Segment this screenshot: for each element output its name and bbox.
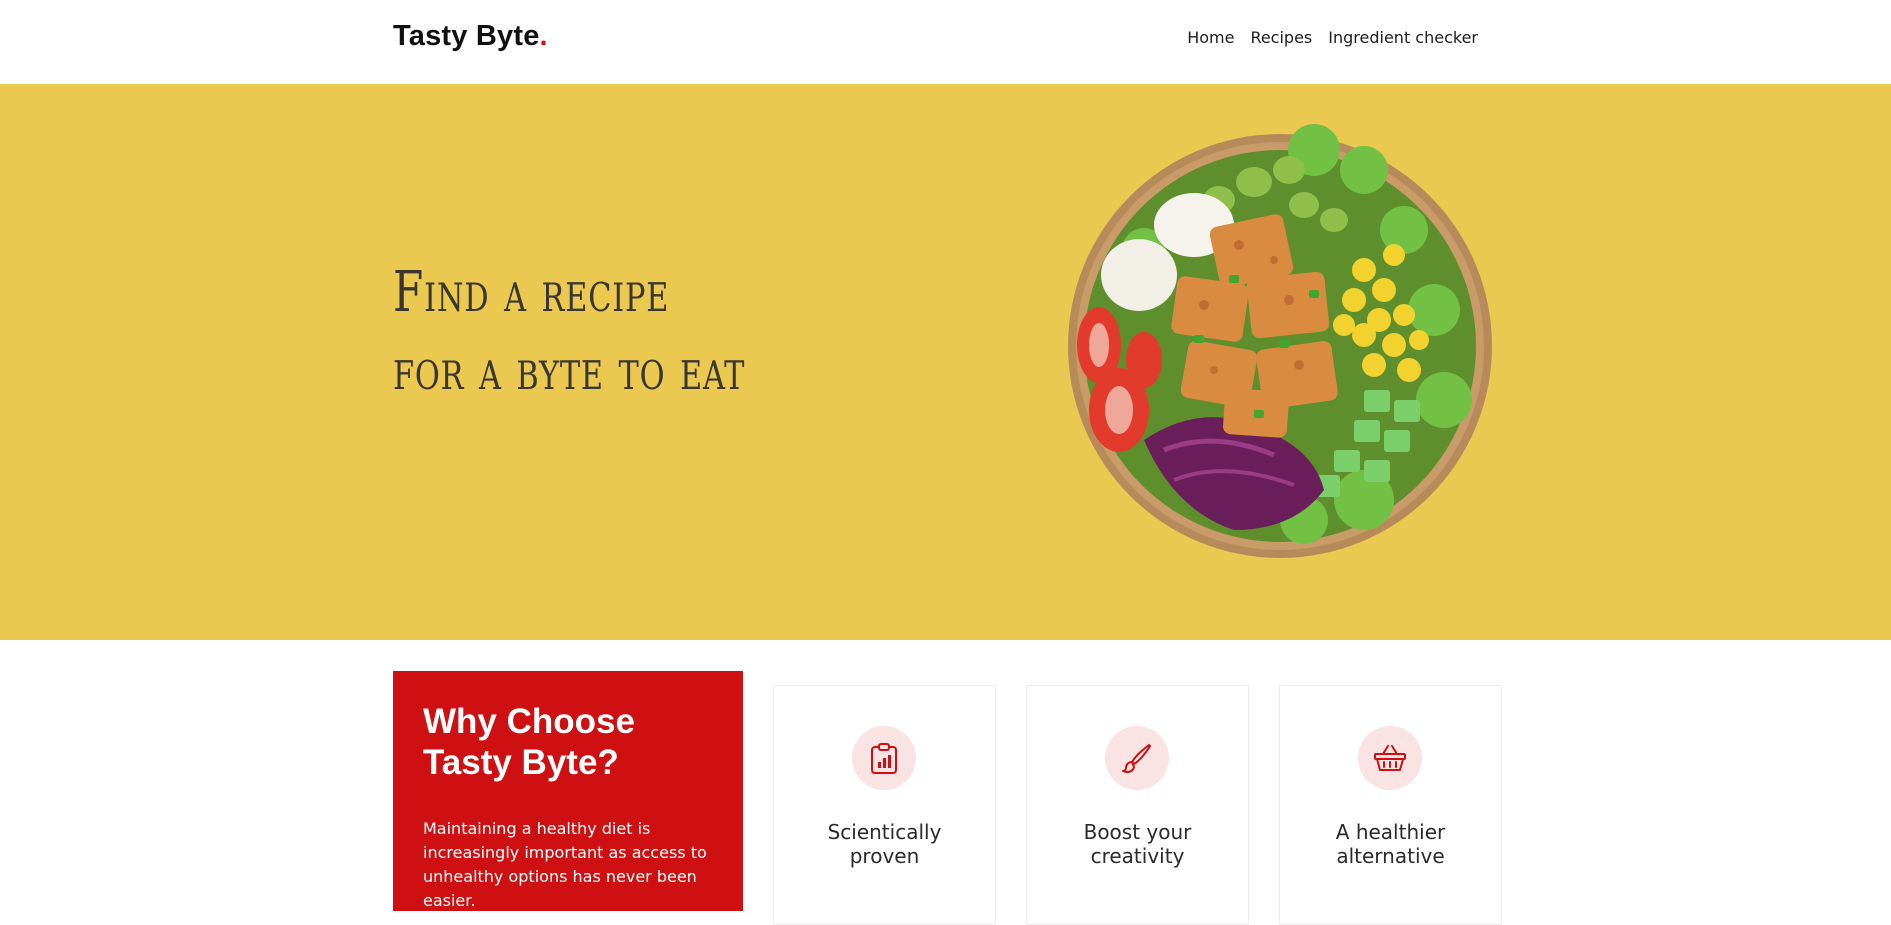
site-header: Tasty Byte. Home Recipes Ingredient chec… [0, 0, 1891, 84]
feature-label-line-1: A healthier [1335, 820, 1446, 844]
feature-icon-circle [1358, 726, 1422, 790]
nav-home[interactable]: Home [1187, 28, 1234, 47]
main-nav: Home Recipes Ingredient checker [1187, 28, 1478, 47]
feature-label: Boost your creativity [1027, 820, 1248, 868]
nav-ingredient-checker[interactable]: Ingredient checker [1328, 28, 1478, 47]
feature-icon-circle [852, 726, 916, 790]
feature-card-boost-creativity: Boost your creativity [1026, 685, 1249, 925]
salad-bowl-image [1068, 124, 1492, 558]
hero-title-line-2: for a byte to eat [393, 338, 746, 403]
feature-card-scientifically-proven: Scientically proven [773, 685, 996, 925]
why-choose-title: Why Choose Tasty Byte? [423, 701, 713, 783]
feature-icon-circle [1105, 726, 1169, 790]
brand-logo[interactable]: Tasty Byte. [393, 20, 548, 53]
feature-label-line-2: creativity [1090, 844, 1185, 868]
hero-section: Find a recipe for a byte to eat [0, 84, 1891, 640]
paintbrush-icon [1122, 744, 1151, 773]
brand-name: Tasty Byte [393, 20, 540, 52]
why-title-line-1: Why Choose [423, 702, 635, 741]
nav-recipes[interactable]: Recipes [1250, 28, 1312, 47]
why-choose-text: Maintaining a healthy diet is increasing… [423, 819, 707, 910]
hero-title-line-1: Find a recipe [393, 260, 670, 325]
brand-dot: . [539, 20, 548, 52]
feature-label-line-1: Boost your [1083, 820, 1192, 844]
feature-label-line-2: proven [849, 844, 920, 868]
clipboard-chart-icon [871, 743, 897, 774]
why-title-line-2: Tasty Byte? [423, 743, 619, 782]
why-choose-card: Why Choose Tasty Byte? Maintaining a hea… [393, 671, 743, 911]
feature-label: A healthier alternative [1280, 820, 1501, 868]
feature-label: Scientically proven [774, 820, 995, 868]
feature-label-line-2: alternative [1336, 844, 1445, 868]
basket-icon [1374, 745, 1406, 771]
feature-label-line-1: Scientically [827, 820, 942, 844]
hero-title: Find a recipe for a byte to eat [393, 254, 746, 410]
feature-card-healthier-alternative: A healthier alternative [1279, 685, 1502, 925]
